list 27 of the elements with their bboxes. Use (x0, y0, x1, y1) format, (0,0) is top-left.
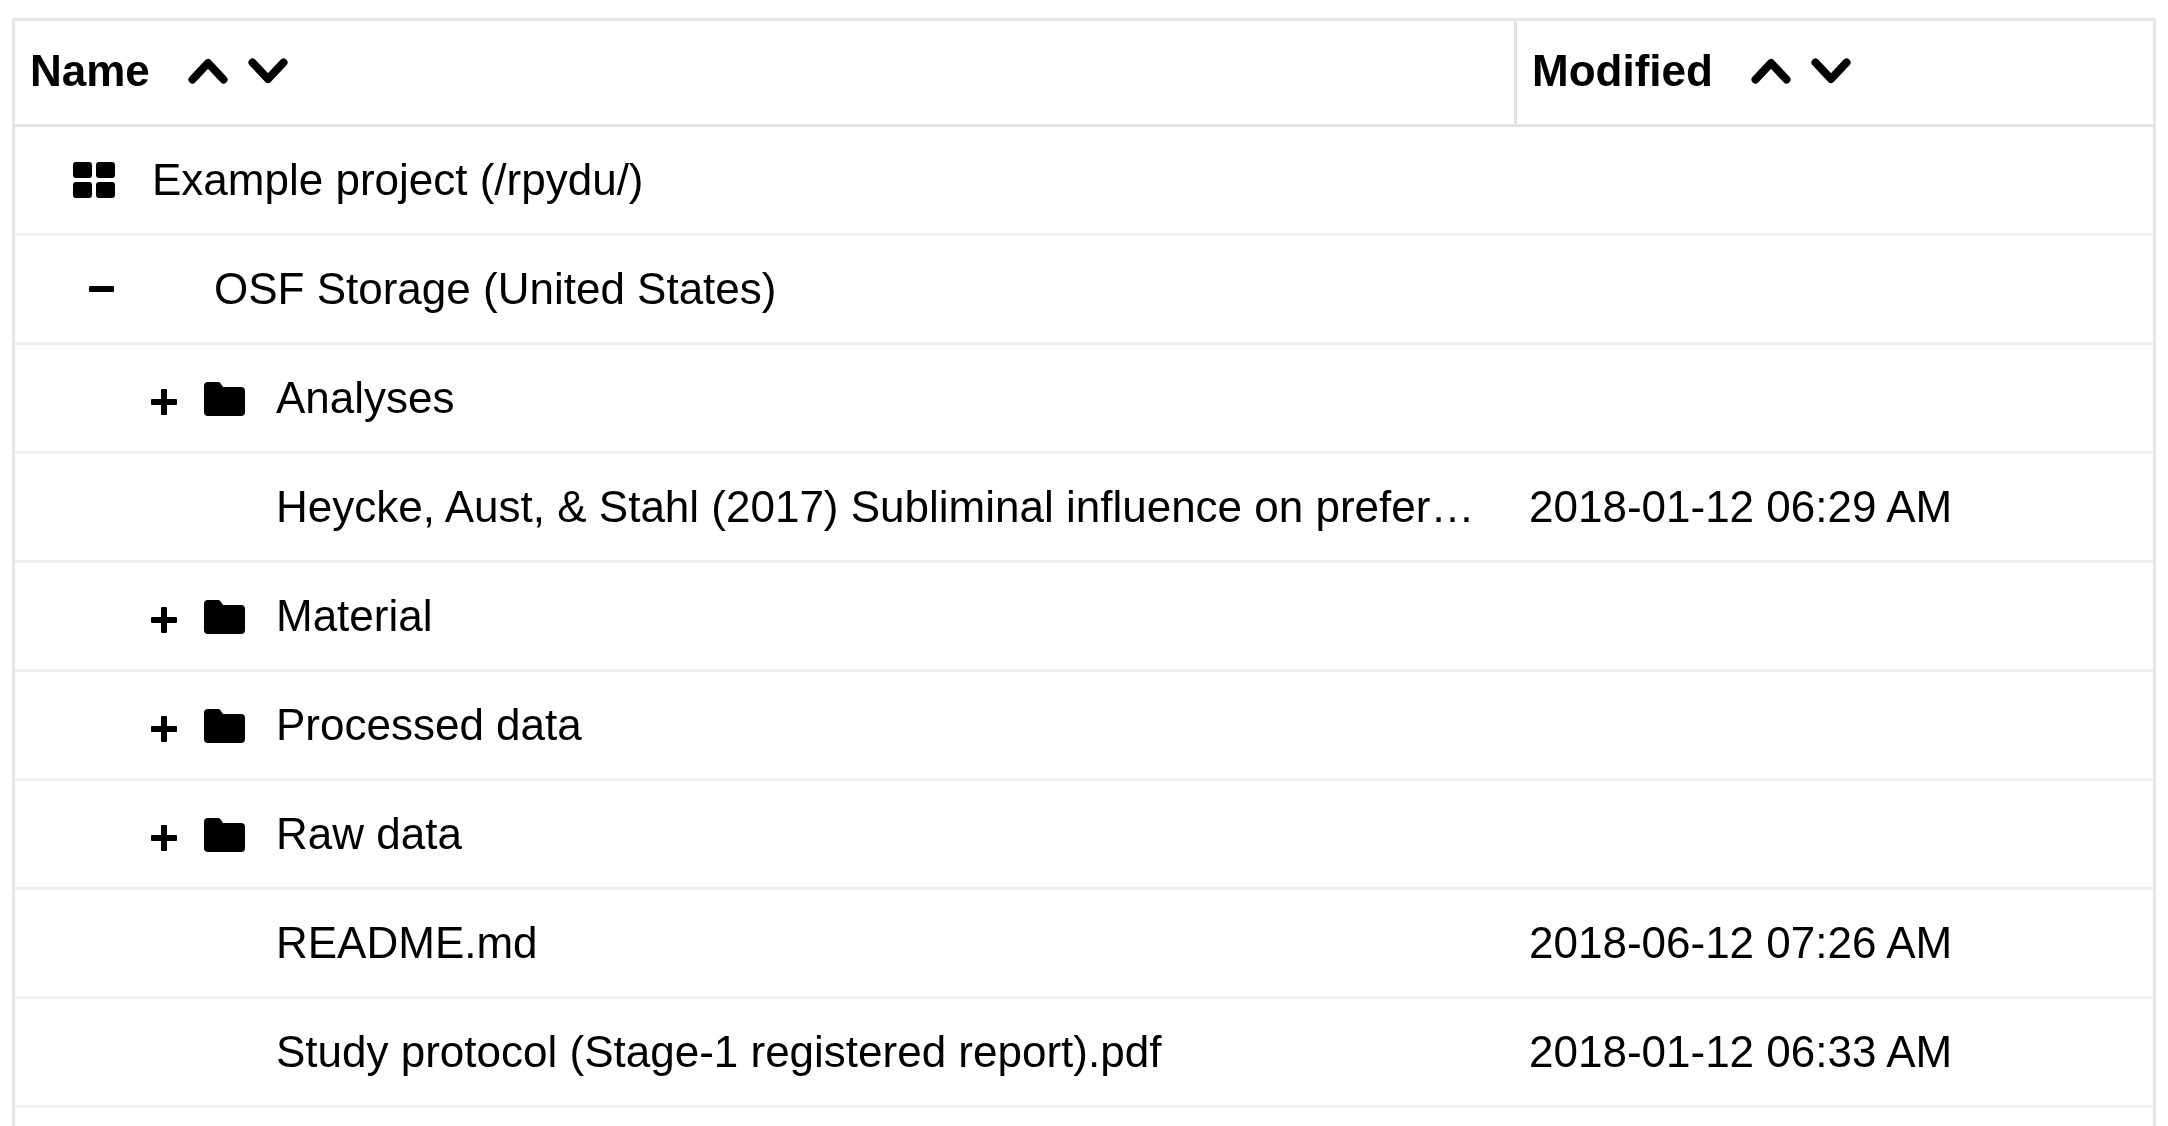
project-name: Example project (/rpydu/) (152, 154, 644, 206)
plus-icon[interactable] (151, 607, 177, 633)
chevron-up-icon[interactable] (187, 57, 228, 84)
chevron-up-icon[interactable] (1750, 57, 1791, 84)
column-header: Name (30, 44, 150, 97)
file-name: Study protocol (Stage-1 registered report).pdf (276, 1026, 1162, 1078)
modified-date: 2018-01-12 06:33 AM (1529, 1026, 1953, 1078)
plus-icon[interactable] (151, 716, 177, 742)
folder-icon (204, 816, 245, 852)
file-name: Heycke, Aust, & Stahl (2017) Subliminal influence on prefer… (276, 481, 1475, 533)
modified-date: 2018-01-12 06:29 AM (1529, 481, 1953, 533)
folder-icon (204, 707, 245, 743)
column-header: Modified (1532, 44, 1713, 97)
storage-name: OSF Storage (United States) (214, 263, 777, 315)
file-name: README.md (276, 917, 538, 969)
modified-date: 2018-06-12 07:26 AM (1529, 917, 1953, 969)
folder-icon (204, 598, 245, 634)
plus-icon[interactable] (151, 825, 177, 851)
folder-icon (204, 380, 245, 416)
folder-name: Raw data (276, 808, 462, 860)
folder-name: Processed data (276, 699, 582, 751)
plus-icon[interactable] (151, 389, 177, 415)
folder-name: Material (276, 590, 433, 642)
chevron-down-icon[interactable] (247, 57, 288, 84)
chevron-down-icon[interactable] (1810, 57, 1851, 84)
folder-name: Analyses (276, 372, 455, 424)
grid-icon (73, 162, 115, 198)
